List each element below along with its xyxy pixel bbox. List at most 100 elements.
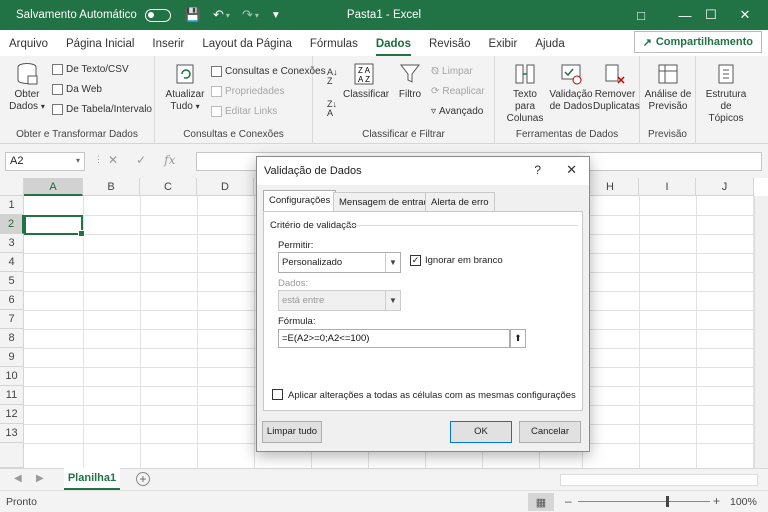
properties-button[interactable]: Propriedades bbox=[211, 86, 284, 97]
column-header[interactable]: I bbox=[639, 178, 696, 196]
redo-dropdown-icon[interactable]: ▾ bbox=[255, 11, 259, 20]
sort-za-button[interactable]: Z↓ A bbox=[327, 100, 337, 118]
refresh-icon bbox=[176, 64, 194, 84]
tab-arquivo[interactable]: Arquivo bbox=[0, 38, 57, 56]
tab-exibir[interactable]: Exibir bbox=[480, 38, 527, 56]
close-icon[interactable]: ✕ bbox=[566, 162, 577, 178]
refresh-all-button[interactable]: Atualizar Tudo ▾ bbox=[165, 62, 205, 113]
tab-ajuda[interactable]: Ajuda bbox=[526, 38, 573, 56]
cancel-entry-icon[interactable]: ✕ bbox=[108, 153, 118, 167]
customize-toolbar-icon[interactable]: ▼ bbox=[271, 10, 281, 21]
clear-all-button[interactable]: Limpar tudo bbox=[262, 421, 322, 443]
data-select[interactable]: está entre ▼ bbox=[278, 290, 401, 311]
cancel-button[interactable]: Cancelar bbox=[519, 421, 581, 443]
prev-sheet-icon[interactable]: ◀ bbox=[14, 473, 22, 484]
sort-az-button[interactable]: A↓ Z bbox=[327, 68, 338, 86]
range-select-icon[interactable]: ⬆ bbox=[510, 329, 526, 348]
tab-inserir[interactable]: Inserir bbox=[143, 38, 193, 56]
add-sheet-icon[interactable]: + bbox=[136, 472, 150, 486]
row-header[interactable]: 5 bbox=[0, 272, 24, 291]
get-data-button[interactable]: Obter Dados ▾ bbox=[6, 62, 48, 113]
close-window-icon[interactable]: ✕ bbox=[722, 0, 768, 30]
confirm-entry-icon[interactable]: ✓ bbox=[136, 153, 146, 167]
tab-alerta-erro[interactable]: Alerta de erro bbox=[425, 192, 495, 212]
vertical-scrollbar[interactable] bbox=[754, 196, 768, 468]
tab-mensagem-entrada[interactable]: Mensagem de entrada bbox=[333, 192, 441, 212]
sort-button[interactable]: Z AA Z Classificar bbox=[343, 62, 389, 101]
row-header[interactable]: 3 bbox=[0, 234, 24, 253]
row-header[interactable]: 12 bbox=[0, 405, 24, 424]
zoom-level[interactable]: 100% bbox=[730, 496, 757, 508]
ignore-blank-checkbox[interactable]: ✓ bbox=[410, 255, 421, 266]
tab-layout[interactable]: Layout da Página bbox=[193, 38, 301, 56]
column-header[interactable]: C bbox=[140, 178, 197, 196]
zoom-slider-thumb[interactable] bbox=[666, 496, 669, 507]
active-cell-a2[interactable] bbox=[24, 215, 85, 237]
filter-label: Filtro bbox=[398, 89, 422, 100]
zoom-slider[interactable] bbox=[578, 501, 710, 502]
reapply-button[interactable]: ⟳ Reaplicar bbox=[431, 86, 485, 97]
column-header[interactable]: D bbox=[197, 178, 254, 196]
zoom-out-icon[interactable]: – bbox=[565, 494, 572, 508]
autosave-toggle[interactable] bbox=[144, 8, 171, 22]
undo-icon[interactable]: ↶ bbox=[213, 7, 224, 23]
apply-all-checkbox[interactable] bbox=[272, 389, 283, 400]
tab-pagina-inicial[interactable]: Página Inicial bbox=[57, 38, 143, 56]
name-box[interactable]: A2 ▾ bbox=[5, 152, 85, 171]
tab-formulas[interactable]: Fórmulas bbox=[301, 38, 367, 56]
undo-dropdown-icon[interactable]: ▾ bbox=[226, 11, 230, 20]
edit-links-button[interactable]: Editar Links bbox=[211, 106, 277, 117]
clear-filter-button[interactable]: ⦰ Limpar bbox=[431, 66, 473, 77]
chevron-down-icon[interactable]: ▾ bbox=[76, 156, 80, 165]
from-web-button[interactable]: Da Web bbox=[52, 84, 102, 95]
outline-button[interactable]: Estrutura de Tópicos bbox=[700, 62, 752, 125]
from-table-button[interactable]: De Tabela/Intervalo bbox=[52, 104, 152, 115]
help-icon[interactable]: ? bbox=[534, 163, 541, 177]
sheet-tab-planilha1[interactable]: Planilha1 bbox=[64, 468, 120, 490]
allow-select[interactable]: Personalizado ▼ bbox=[278, 252, 401, 273]
column-header[interactable]: A bbox=[24, 178, 83, 196]
advanced-filter-button[interactable]: ▿ Avançado bbox=[431, 106, 483, 117]
queries-connections-button[interactable]: Consultas e Conexões bbox=[211, 66, 326, 77]
row-header[interactable]: 9 bbox=[0, 348, 24, 367]
insert-function-icon[interactable]: fx bbox=[164, 153, 175, 167]
text-to-columns-button[interactable]: Texto para Colunas bbox=[503, 62, 547, 125]
redo-icon[interactable]: ↷ bbox=[242, 7, 253, 23]
tab-configuracoes[interactable]: Configurações bbox=[263, 190, 337, 212]
row-header[interactable] bbox=[0, 443, 24, 468]
filter-button[interactable]: Filtro bbox=[393, 62, 427, 101]
row-header[interactable]: 7 bbox=[0, 310, 24, 329]
row-header[interactable]: 10 bbox=[0, 367, 24, 386]
ribbon-display-icon[interactable]: □ bbox=[618, 0, 664, 30]
from-text-button[interactable]: De Texto/CSV bbox=[52, 64, 129, 75]
row-header[interactable]: 6 bbox=[0, 291, 24, 310]
save-icon[interactable]: 💾 bbox=[185, 7, 201, 23]
select-all-corner[interactable] bbox=[0, 178, 24, 196]
gridline bbox=[639, 196, 640, 468]
remove-duplicates-button[interactable]: Remover Duplicatas bbox=[593, 62, 640, 113]
share-icon: ↗ bbox=[642, 36, 652, 49]
row-header[interactable]: 13 bbox=[0, 424, 24, 443]
row-header[interactable]: 11 bbox=[0, 386, 24, 405]
data-validation-button[interactable]: Validação de Dados bbox=[549, 62, 593, 113]
row-header[interactable]: 2 bbox=[0, 215, 24, 234]
dialog-title-bar[interactable]: Validação de Dados ? ✕ bbox=[257, 157, 589, 185]
text-to-columns-icon bbox=[515, 64, 535, 84]
tab-dados[interactable]: Dados bbox=[367, 38, 420, 56]
column-header[interactable]: B bbox=[83, 178, 140, 196]
horizontal-scrollbar[interactable] bbox=[560, 474, 758, 486]
column-header[interactable]: J bbox=[696, 178, 754, 196]
column-header[interactable]: H bbox=[582, 178, 639, 196]
status-ready: Pronto bbox=[6, 496, 37, 508]
row-header[interactable]: 4 bbox=[0, 253, 24, 272]
next-sheet-icon[interactable]: ▶ bbox=[36, 473, 44, 484]
formula-field[interactable]: =E(A2>=0;A2<=100) bbox=[278, 329, 510, 348]
tab-revisao[interactable]: Revisão bbox=[420, 38, 480, 56]
zoom-in-icon[interactable]: + bbox=[713, 494, 720, 508]
what-if-button[interactable]: Análise de Previsão bbox=[644, 62, 692, 113]
normal-view-icon[interactable]: ▦ bbox=[528, 493, 554, 511]
ok-button[interactable]: OK bbox=[450, 421, 512, 443]
share-button[interactable]: ↗ Compartilhamento bbox=[633, 31, 762, 53]
row-header[interactable]: 8 bbox=[0, 329, 24, 348]
row-header[interactable]: 1 bbox=[0, 196, 24, 215]
